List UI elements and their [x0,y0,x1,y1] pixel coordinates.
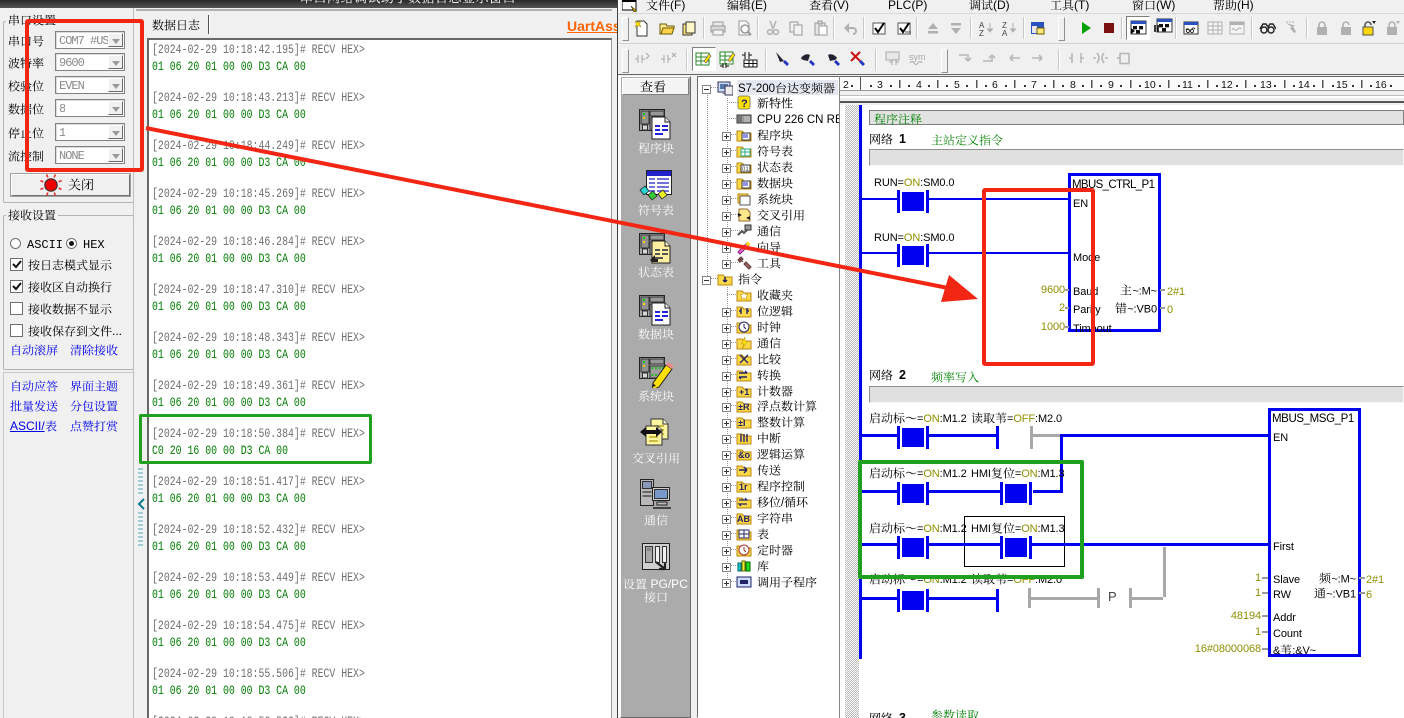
svg-text:1r: 1r [739,482,748,492]
svg-text:±R: ±R [738,402,750,412]
svg-text:?: ? [741,98,748,110]
svg-text:5: 5 [954,79,960,91]
svg-text:12: 12 [1221,79,1233,91]
svg-text:A: A [1002,29,1008,37]
svg-text:8: 8 [1070,79,1076,91]
svg-text:15: 15 [1336,79,1348,91]
svg-text:13: 13 [1260,79,1272,91]
svg-text:sym: sym [909,52,926,62]
svg-text:6: 6 [992,79,998,91]
svg-text:2: 2 [843,79,849,91]
svg-text:AB: AB [737,514,750,524]
svg-text:3: 3 [877,79,883,91]
svg-text:9: 9 [1108,79,1114,91]
svg-text:16: 16 [1375,79,1387,91]
svg-text:01: 01 [742,167,749,173]
svg-text:+1: +1 [739,387,749,397]
svg-text:14: 14 [1298,79,1310,91]
svg-text:&o: &o [738,450,750,460]
svg-text:10: 10 [1144,79,1156,91]
svg-text:7: 7 [1031,79,1037,91]
svg-text:4: 4 [916,79,922,91]
svg-text:Z: Z [979,29,984,37]
svg-text:±I: ±I [738,418,745,428]
svg-text:11: 11 [1182,79,1193,91]
